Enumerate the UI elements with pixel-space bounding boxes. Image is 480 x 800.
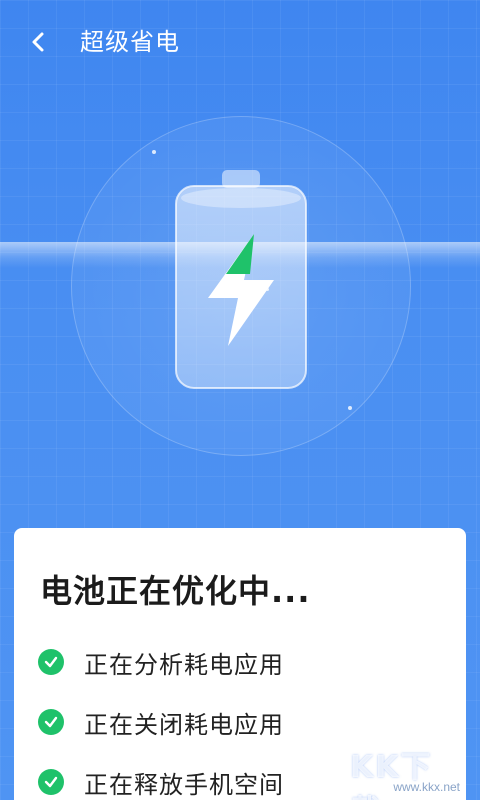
- super-power-saving-screen: 超级省电 电池正在优化中... 正在分析耗电应用 正在关闭耗电应用 正在释放手机…: [0, 0, 480, 800]
- task-label: 正在关闭耗电应用: [84, 710, 284, 739]
- task-label: 正在分析耗电应用: [84, 650, 284, 679]
- page-title: 超级省电: [80, 28, 180, 56]
- optimization-status-title: 电池正在优化中...: [40, 572, 311, 610]
- sparkle-dot: [152, 150, 156, 154]
- watermark-url: www.kkx.net: [393, 780, 460, 794]
- watermark-logo: KK下载 www.kkx.net: [350, 742, 470, 800]
- sparkle-dot: [348, 406, 352, 410]
- battery-charging-icon: [175, 170, 307, 389]
- check-circle-icon: [38, 649, 64, 675]
- chevron-left-icon: [32, 32, 44, 52]
- list-item: 正在分析耗电应用: [38, 632, 438, 692]
- check-circle-icon: [38, 769, 64, 795]
- task-label: 正在释放手机空间: [84, 770, 284, 799]
- check-circle-icon: [38, 709, 64, 735]
- back-button[interactable]: [22, 26, 54, 58]
- app-header: 超级省电: [0, 0, 480, 84]
